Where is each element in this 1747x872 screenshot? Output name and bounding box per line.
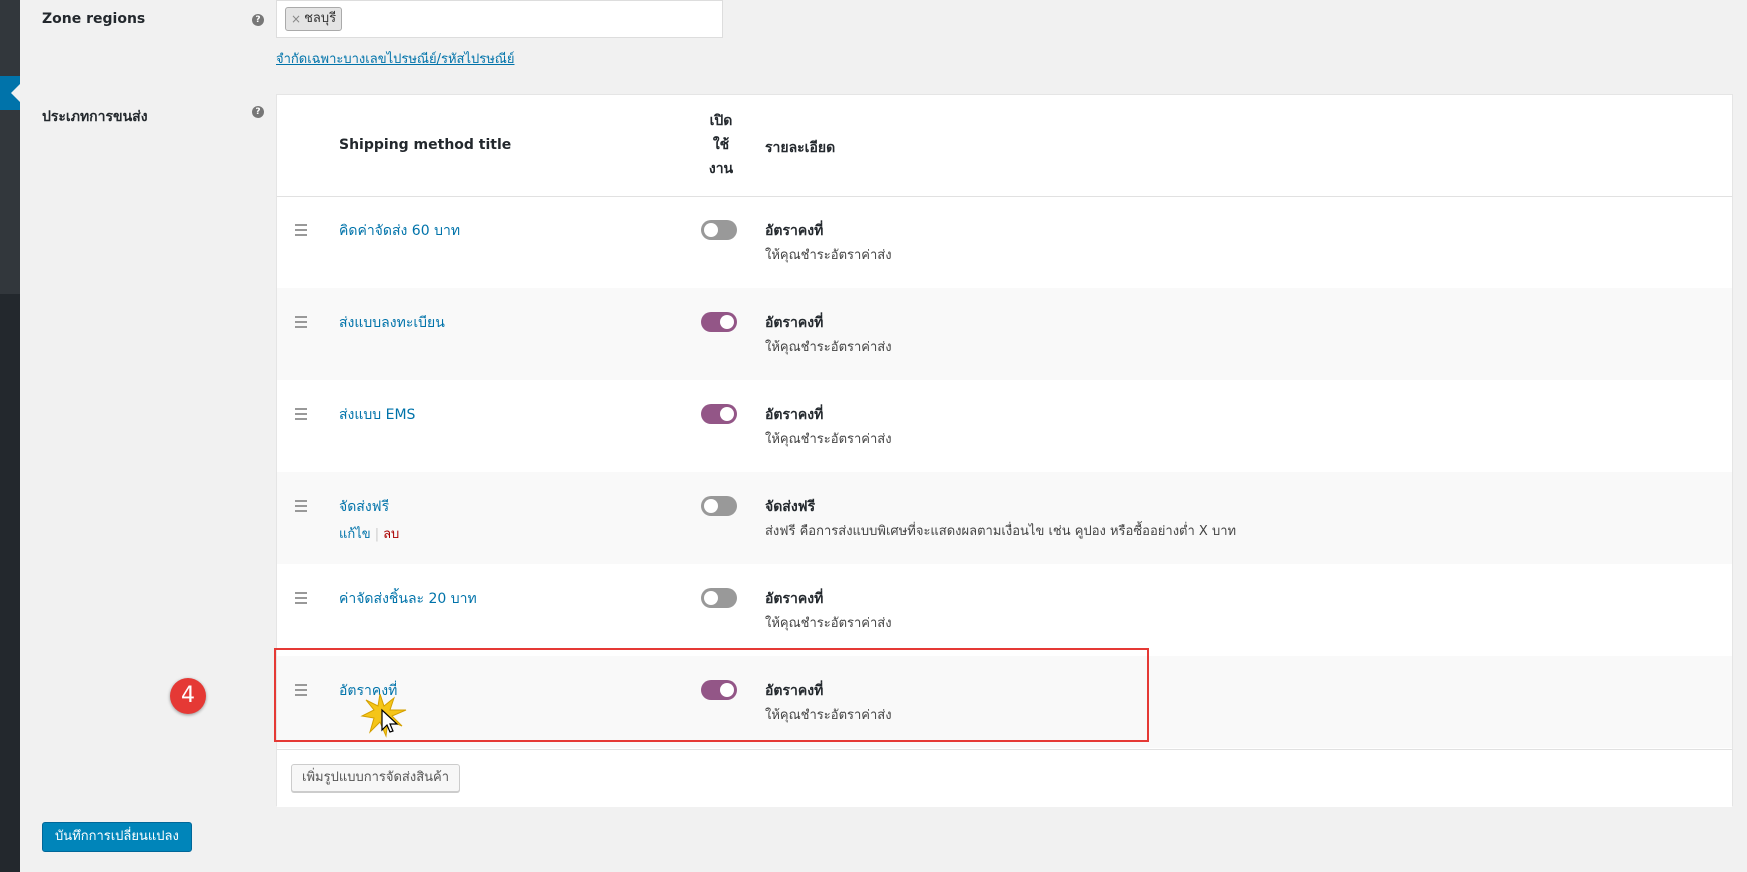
- table-row: ค่าจัดส่งชิ้นละ 20 บาท อัตราคงที่ ให้คุณ…: [277, 564, 1732, 656]
- limit-postcodes-link[interactable]: จำกัดเฉพาะบางเลขไปรษณีย์/รหัสไปรษณีย์: [276, 48, 514, 69]
- admin-submenu: [0, 0, 20, 294]
- method-description: ให้คุณชำระอัตราค่าส่ง: [765, 616, 892, 631]
- method-title-link[interactable]: ส่งแบบ EMS: [339, 404, 415, 426]
- method-title-link[interactable]: ค่าจัดส่งชิ้นละ 20 บาท: [339, 588, 477, 610]
- table-row: ส่งแบบ EMS อัตราคงที่ ให้คุณชำระอัตราค่า…: [277, 380, 1732, 472]
- column-header-description: รายละเอียด: [765, 140, 836, 156]
- drag-handle-icon[interactable]: [295, 224, 307, 239]
- drag-handle-icon[interactable]: [295, 592, 307, 607]
- row-actions: แก้ไข | ลบ: [339, 527, 400, 542]
- enabled-toggle[interactable]: [701, 404, 737, 424]
- region-tag: × ชลบุรี: [285, 7, 343, 31]
- method-title-link[interactable]: คิดค่าจัดส่ง 60 บาท: [339, 220, 460, 242]
- step-number-badge: 4: [170, 678, 206, 714]
- help-icon[interactable]: ?: [252, 14, 264, 26]
- enabled-header-line: งาน: [708, 161, 734, 177]
- drag-handle-icon[interactable]: [295, 408, 307, 423]
- method-type: อัตราคงที่: [765, 407, 824, 423]
- method-type: อัตราคงที่: [765, 315, 824, 331]
- zone-regions-label: Zone regions: [42, 11, 146, 27]
- cursor-click-icon: [360, 693, 407, 738]
- enabled-toggle[interactable]: [701, 312, 737, 332]
- admin-sidebar: [0, 0, 20, 872]
- method-description: ให้คุณชำระอัตราค่าส่ง: [765, 432, 892, 447]
- drag-handle-icon[interactable]: [295, 316, 307, 331]
- zone-regions-input[interactable]: × ชลบุรี: [276, 0, 723, 38]
- help-icon[interactable]: ?: [252, 106, 264, 118]
- column-header-title: Shipping method title: [339, 137, 512, 153]
- method-title-link[interactable]: จัดส่งฟรี: [339, 496, 389, 518]
- table-footer: เพิ่มรูปแบบการจัดส่งสินค้า: [277, 749, 1732, 807]
- region-tag-label: ชลบุรี: [304, 11, 337, 26]
- delete-link[interactable]: ลบ: [383, 527, 399, 542]
- enabled-toggle[interactable]: [701, 588, 737, 608]
- method-title-link[interactable]: ส่งแบบลงทะเบียน: [339, 312, 445, 334]
- method-type: อัตราคงที่: [765, 223, 824, 239]
- enabled-toggle[interactable]: [701, 220, 737, 240]
- method-type: อัตราคงที่: [765, 591, 824, 607]
- edit-link[interactable]: แก้ไข: [339, 527, 371, 542]
- method-type: จัดส่งฟรี: [765, 499, 816, 515]
- shipping-methods-label: ประเภทการขนส่ง: [42, 109, 148, 125]
- method-description: ส่งฟรี คือการส่งแบบพิเศษที่จะแสดงผลตามเง…: [765, 524, 1237, 539]
- table-row: จัดส่งฟรี แก้ไข | ลบ จัดส่งฟรี ส่งฟรี คือก…: [277, 472, 1732, 564]
- column-header-enabled: เปิด ใช้ งาน: [701, 109, 741, 181]
- enabled-toggle[interactable]: [701, 496, 737, 516]
- table-row: คิดค่าจัดส่ง 60 บาท อัตราคงที่ ให้คุณชำร…: [277, 196, 1732, 288]
- method-description: ให้คุณชำระอัตราค่าส่ง: [765, 340, 892, 355]
- enabled-header-line: เปิด: [709, 113, 733, 129]
- enabled-header-line: ใช้: [712, 137, 730, 153]
- save-changes-button[interactable]: บันทึกการเปลี่ยนแปลง: [42, 822, 192, 852]
- drag-handle-icon[interactable]: [295, 500, 307, 515]
- remove-tag-icon[interactable]: ×: [291, 8, 301, 30]
- table-row: ส่งแบบลงทะเบียน อัตราคงที่ ให้คุณชำระอัต…: [277, 288, 1732, 380]
- add-shipping-method-button[interactable]: เพิ่มรูปแบบการจัดส่งสินค้า: [291, 764, 461, 792]
- table-header: Shipping method title เปิด ใช้ งาน รายละ…: [277, 95, 1732, 197]
- admin-menu-active-arrow: [11, 84, 20, 102]
- method-description: ให้คุณชำระอัตราค่าส่ง: [765, 248, 892, 263]
